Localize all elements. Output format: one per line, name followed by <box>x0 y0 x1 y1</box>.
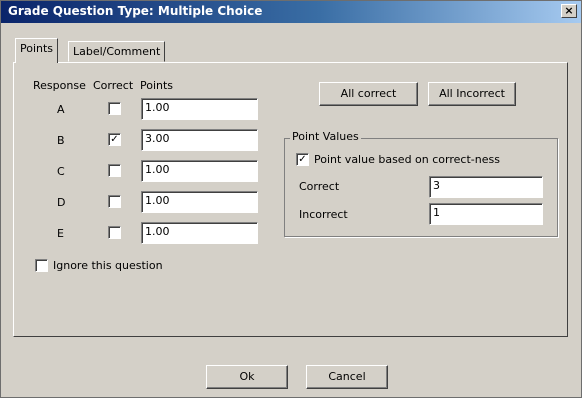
point-value-based-label: Point value based on correct-ness <box>314 153 500 166</box>
response-letter-d: D <box>57 196 66 209</box>
points-field-c[interactable]: 1.00 <box>141 160 258 182</box>
correct-value-field[interactable]: 3 <box>429 176 543 198</box>
response-letter-b: B <box>57 134 65 147</box>
response-letter-a: A <box>57 103 65 116</box>
points-field-e[interactable]: 1.00 <box>141 222 258 244</box>
response-letter-c: C <box>57 165 65 178</box>
ignore-question-checkbox[interactable] <box>35 259 48 272</box>
ignore-question-label: Ignore this question <box>53 259 163 272</box>
points-field-d[interactable]: 1.00 <box>141 191 258 213</box>
response-letter-e: E <box>57 227 64 240</box>
tab-points-label: Points <box>20 42 54 55</box>
correct-value-label: Correct <box>299 180 340 193</box>
title-bar[interactable]: Grade Question Type: Multiple Choice × <box>1 1 581 23</box>
dialog-window: Grade Question Type: Multiple Choice × P… <box>0 0 582 398</box>
correct-header: Correct <box>93 79 134 92</box>
tab-points[interactable]: Points <box>15 38 59 63</box>
correct-checkbox-c[interactable] <box>108 164 121 177</box>
tab-label-comment[interactable]: Label/Comment <box>68 41 166 62</box>
ok-button[interactable]: Ok <box>206 365 288 389</box>
close-icon[interactable]: × <box>561 4 577 18</box>
correct-checkbox-d[interactable] <box>108 195 121 208</box>
incorrect-value-label: Incorrect <box>299 208 348 221</box>
response-header: Response <box>33 79 86 92</box>
points-field-b[interactable]: 3.00 <box>141 129 258 151</box>
correct-checkbox-e[interactable] <box>108 226 121 239</box>
tab-label-comment-label: Label/Comment <box>73 45 161 58</box>
correct-checkbox-b[interactable]: ✓ <box>108 133 121 146</box>
all-incorrect-button[interactable]: All Incorrect <box>428 82 516 106</box>
window-title: Grade Question Type: Multiple Choice <box>8 4 263 18</box>
points-header: Points <box>140 79 174 92</box>
correct-checkbox-a[interactable] <box>108 102 121 115</box>
cancel-button[interactable]: Cancel <box>306 365 388 389</box>
point-value-based-checkbox[interactable]: ✓ <box>296 153 309 166</box>
point-values-group-label: Point Values <box>290 130 361 143</box>
all-correct-button[interactable]: All correct <box>319 82 418 106</box>
incorrect-value-field[interactable]: 1 <box>429 203 543 225</box>
points-field-a[interactable]: 1.00 <box>141 98 258 120</box>
